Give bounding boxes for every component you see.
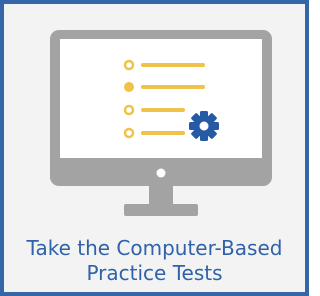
caption-line-2: Practice Tests (86, 261, 223, 285)
gear-icon (189, 111, 219, 141)
monitor-base (124, 204, 198, 216)
radio-filled-icon (124, 82, 134, 92)
power-dot (156, 168, 166, 178)
list-line (141, 85, 205, 89)
list-line (141, 108, 185, 112)
caption-line-1: Take the Computer-Based (26, 236, 283, 260)
monitor-screen (60, 39, 262, 158)
practice-tests-tile[interactable]: Take the Computer-Based Practice Tests (0, 0, 309, 296)
monitor-stand (149, 186, 173, 206)
list-line (141, 63, 205, 67)
tile-caption-link[interactable]: Take the Computer-Based Practice Tests (8, 236, 301, 286)
list-line (141, 131, 185, 135)
computer-monitor-icon (50, 30, 272, 216)
